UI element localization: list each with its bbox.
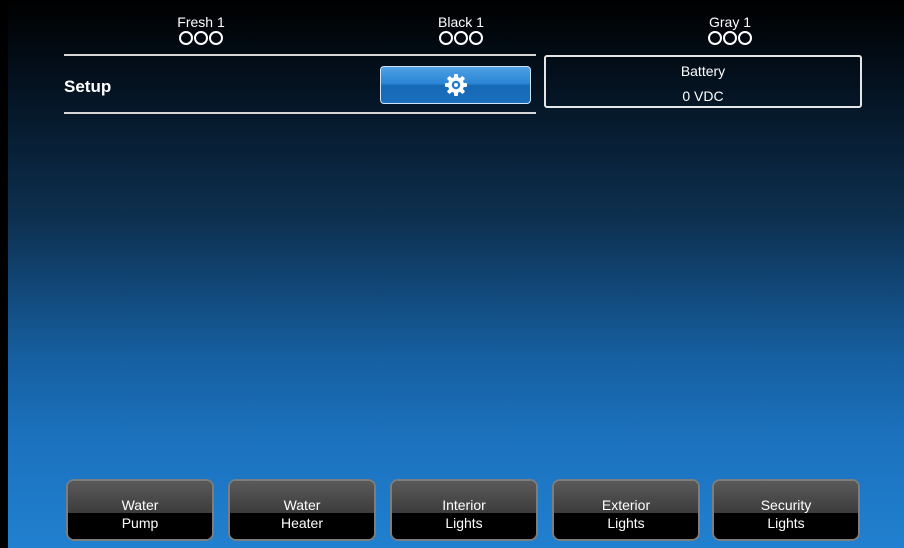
button-label-top: Interior — [392, 481, 536, 513]
button-label-top: Water — [230, 481, 374, 513]
button-label-bottom: Lights — [714, 513, 858, 539]
tank-name: Gray 1 — [708, 14, 751, 30]
level-dot-icon — [439, 31, 453, 45]
main-screen: Fresh 1 Black 1 Gray 1 Setup Battery 0 V… — [8, 0, 904, 548]
tank-level-indicator — [401, 31, 521, 45]
setup-label: Setup — [64, 77, 112, 96]
tank-name: Black 1 — [438, 14, 484, 30]
tank-gray-1: Gray 1 — [670, 14, 790, 45]
level-dot-icon — [194, 31, 208, 45]
button-label-bottom: Lights — [554, 513, 698, 539]
water-heater-button[interactable]: Water Heater — [228, 479, 376, 541]
exterior-lights-button[interactable]: Exterior Lights — [552, 479, 700, 541]
button-label-bottom: Pump — [68, 513, 212, 539]
interior-lights-button[interactable]: Interior Lights — [390, 479, 538, 541]
level-dot-icon — [454, 31, 468, 45]
tank-name: Fresh 1 — [177, 14, 225, 30]
security-lights-button[interactable]: Security Lights — [712, 479, 860, 541]
tank-level-indicator — [141, 31, 261, 45]
level-dot-icon — [738, 31, 752, 45]
battery-panel: Battery 0 VDC — [544, 55, 862, 108]
button-label-top: Security — [714, 481, 858, 513]
button-label-bottom: Lights — [392, 513, 536, 539]
tank-fresh-1: Fresh 1 — [141, 14, 261, 45]
button-label-top: Water — [68, 481, 212, 513]
tank-black-1: Black 1 — [401, 14, 521, 45]
level-dot-icon — [209, 31, 223, 45]
settings-button[interactable] — [380, 66, 531, 104]
divider-top — [64, 54, 536, 56]
divider-setup — [64, 112, 536, 114]
level-dot-icon — [469, 31, 483, 45]
battery-voltage: 0 VDC — [682, 88, 724, 104]
level-dot-icon — [179, 31, 193, 45]
water-pump-button[interactable]: Water Pump — [66, 479, 214, 541]
button-label-bottom: Heater — [230, 513, 374, 539]
level-dot-icon — [708, 31, 722, 45]
button-label-top: Exterior — [554, 481, 698, 513]
level-dot-icon — [723, 31, 737, 45]
tank-level-indicator — [670, 31, 790, 45]
gear-icon — [444, 74, 467, 96]
battery-title: Battery — [680, 63, 726, 79]
